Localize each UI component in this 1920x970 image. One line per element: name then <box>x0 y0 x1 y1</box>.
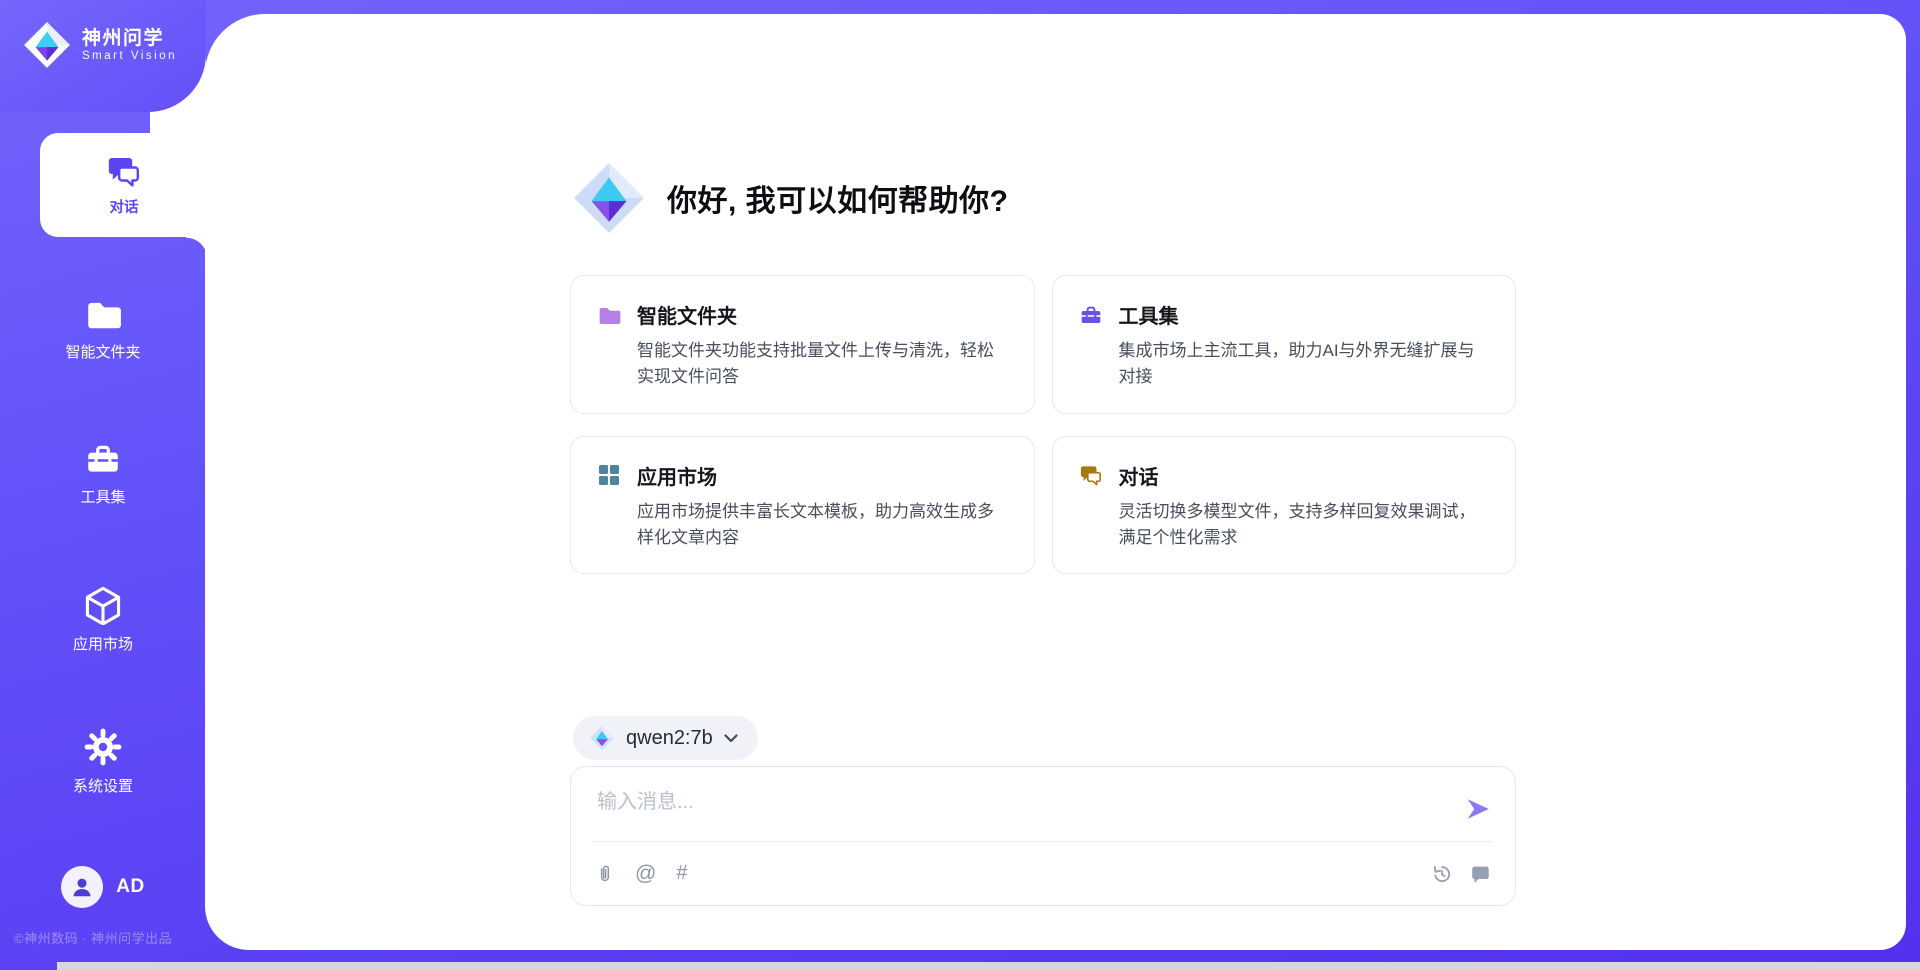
toolbox-icon <box>1079 303 1103 327</box>
user-account[interactable]: AD <box>0 866 206 908</box>
sidebar-item-label: 对话 <box>110 196 139 217</box>
composer-tools-right <box>1431 863 1491 885</box>
toolbox-icon <box>84 440 122 478</box>
card-description: 灵活切换多模型文件，支持多样回复效果调试，满足个性化需求 <box>1119 499 1490 552</box>
history-button[interactable] <box>1431 863 1453 885</box>
sidebar-item-settings[interactable]: 系统设置 <box>0 727 206 796</box>
sidebar-footer-text: ©神州数码 · 神州问学出品 <box>14 928 172 947</box>
model-selector[interactable]: qwen2:7b <box>573 716 758 760</box>
cube-icon <box>83 585 123 625</box>
message-input[interactable] <box>595 783 1439 835</box>
grid-icon <box>597 463 621 487</box>
assistant-diamond-icon <box>571 160 647 236</box>
composer: @ # <box>570 766 1516 906</box>
topic-button[interactable]: # <box>676 862 687 885</box>
person-icon <box>69 874 95 900</box>
active-tab-fillet <box>186 237 208 259</box>
sidebar-item-label: 系统设置 <box>73 775 133 796</box>
card-chat[interactable]: 对话 灵活切换多模型文件，支持多样回复效果调试，满足个性化需求 <box>1052 436 1517 575</box>
chat-icon <box>1079 463 1103 487</box>
history-icon <box>1431 863 1453 885</box>
at-icon: @ <box>635 862 656 886</box>
window-bottom-edge <box>57 962 1920 970</box>
card-description: 应用市场提供丰富长文本模板，助力高效生成多样化文章内容 <box>637 499 1008 552</box>
gear-icon <box>83 727 123 767</box>
card-app-market[interactable]: 应用市场 应用市场提供丰富长文本模板，助力高效生成多样化文章内容 <box>570 436 1035 575</box>
greeting-title: 你好, 我可以如何帮助你? <box>667 176 1009 220</box>
card-description: 集成市场上主流工具，助力AI与外界无缝扩展与对接 <box>1119 338 1490 391</box>
send-button[interactable] <box>1463 795 1493 825</box>
sidebar-item-app-market[interactable]: 应用市场 <box>0 585 206 654</box>
greeting-block: 你好, 我可以如何帮助你? <box>571 160 1009 236</box>
card-title: 应用市场 <box>637 461 717 490</box>
user-initials: AD <box>116 876 144 898</box>
brand-diamond-icon <box>22 20 72 70</box>
composer-toolbar: @ # <box>595 842 1491 905</box>
brand-name-en: Smart Vision <box>82 50 177 62</box>
paperclip-icon <box>595 862 615 886</box>
card-title: 工具集 <box>1119 300 1179 329</box>
hash-icon: # <box>676 862 687 885</box>
chat-icon <box>106 153 142 189</box>
model-diamond-icon <box>589 725 615 751</box>
model-name: qwen2:7b <box>626 727 713 750</box>
folder-icon <box>84 295 122 333</box>
sidebar-item-chat[interactable]: 对话 <box>40 133 208 237</box>
folder-icon <box>597 303 621 327</box>
avatar <box>61 866 103 908</box>
sidebar-item-toolset[interactable]: 工具集 <box>0 440 206 507</box>
card-smart-folder[interactable]: 智能文件夹 智能文件夹功能支持批量文件上传与清洗，轻松实现文件问答 <box>570 275 1035 414</box>
card-description: 智能文件夹功能支持批量文件上传与清洗，轻松实现文件问答 <box>637 338 1008 391</box>
attach-button[interactable] <box>595 862 615 886</box>
card-title: 智能文件夹 <box>637 300 737 329</box>
brand-name-cn: 神州问学 <box>82 28 177 50</box>
send-icon <box>1464 796 1492 822</box>
feedback-button[interactable] <box>1469 863 1491 885</box>
mention-button[interactable]: @ <box>635 862 656 886</box>
sidebar-item-label: 工具集 <box>80 486 125 507</box>
sidebar-item-label: 应用市场 <box>73 633 133 654</box>
feature-cards-grid: 智能文件夹 智能文件夹功能支持批量文件上传与清洗，轻松实现文件问答 工具集 集成… <box>570 275 1516 574</box>
sidebar-item-smart-folder[interactable]: 智能文件夹 <box>0 295 206 362</box>
card-toolset[interactable]: 工具集 集成市场上主流工具，助力AI与外界无缝扩展与对接 <box>1052 275 1517 414</box>
composer-tools-left: @ # <box>595 862 687 886</box>
chevron-down-icon <box>724 734 738 743</box>
card-title: 对话 <box>1119 461 1159 490</box>
brand-logo: 神州问学 Smart Vision <box>22 20 177 70</box>
sidebar-item-label: 智能文件夹 <box>65 341 140 362</box>
chat-bubble-icon <box>1469 863 1491 885</box>
